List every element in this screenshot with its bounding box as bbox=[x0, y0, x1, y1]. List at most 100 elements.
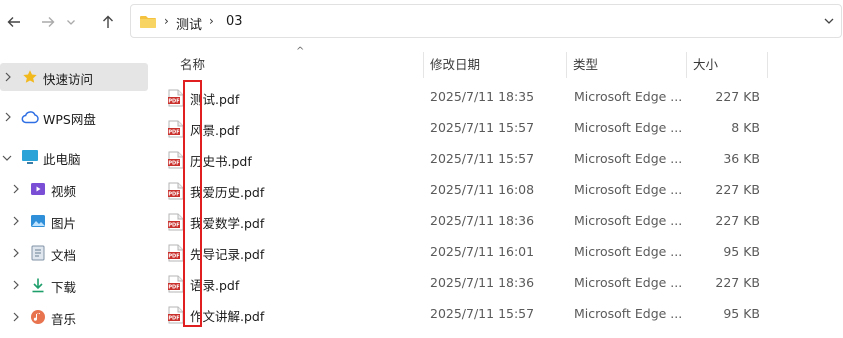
breadcrumb-item[interactable]: 测试 bbox=[176, 14, 202, 33]
picture-icon bbox=[29, 212, 47, 230]
column-header-type[interactable]: 类型 bbox=[573, 54, 598, 80]
navigation-pane: 快速访问 WPS网盘 此电脑 视频 图片 文档 下载 音乐 bbox=[0, 44, 150, 338]
pdf-file-icon: PDF bbox=[168, 89, 184, 107]
file-type: Microsoft Edge ... bbox=[574, 120, 683, 135]
file-size: 95 KB bbox=[723, 306, 760, 321]
nav-item-quick-access[interactable]: 快速访问 bbox=[0, 63, 148, 91]
nav-item-label: 图片 bbox=[51, 216, 77, 231]
video-icon bbox=[29, 180, 47, 198]
file-name: 我爱数学.pdf bbox=[190, 216, 265, 231]
file-size: 227 KB bbox=[715, 89, 760, 104]
nav-item-music[interactable]: 音乐 bbox=[0, 303, 148, 331]
file-name: 先导记录.pdf bbox=[190, 247, 265, 262]
pdf-file-icon: PDF bbox=[168, 275, 184, 293]
forward-button[interactable] bbox=[35, 9, 61, 35]
file-name: 作文讲解.pdf bbox=[190, 309, 265, 324]
file-type: Microsoft Edge ... bbox=[574, 275, 683, 290]
nav-item-pictures[interactable]: 图片 bbox=[0, 207, 148, 235]
column-divider[interactable] bbox=[767, 52, 768, 78]
chevron-right-icon: › bbox=[164, 14, 169, 28]
chevron-right-icon[interactable] bbox=[4, 72, 12, 82]
chevron-down-icon[interactable] bbox=[2, 154, 12, 162]
pdf-badge-label: PDF bbox=[168, 316, 179, 322]
file-row[interactable]: PDF 测试.pdf 2025/7/11 18:35 Microsoft Edge .… bbox=[150, 82, 843, 113]
breadcrumb-item[interactable]: 03 bbox=[226, 14, 243, 29]
file-modified-date: 2025/7/11 15:57 bbox=[430, 151, 535, 166]
file-row[interactable]: PDF 语录.pdf 2025/7/11 18:36 Microsoft Edge .… bbox=[150, 268, 843, 299]
file-size: 227 KB bbox=[715, 275, 760, 290]
column-header-date[interactable]: 修改日期 bbox=[430, 54, 480, 80]
chevron-right-icon[interactable] bbox=[12, 312, 20, 322]
file-row[interactable]: PDF 我爱历史.pdf 2025/7/11 16:08 Microsoft Edge… bbox=[150, 175, 843, 206]
file-row[interactable]: PDF 作文讲解.pdf 2025/7/11 15:57 Microsoft Edge… bbox=[150, 299, 843, 330]
file-row[interactable]: PDF 先导记录.pdf 2025/7/11 16:01 Microsoft Edge… bbox=[150, 237, 843, 268]
pdf-file-icon: PDF bbox=[168, 182, 184, 200]
up-button[interactable] bbox=[95, 9, 121, 35]
file-size: 227 KB bbox=[715, 213, 760, 228]
download-icon bbox=[29, 276, 47, 294]
file-modified-date: 2025/7/11 15:57 bbox=[430, 120, 535, 135]
pdf-file-icon: PDF bbox=[168, 120, 184, 138]
pdf-file-icon: PDF bbox=[168, 151, 184, 169]
nav-item-label: 快速访问 bbox=[43, 72, 94, 87]
file-size: 8 KB bbox=[731, 120, 760, 135]
chevron-down-icon[interactable] bbox=[823, 15, 835, 27]
pdf-badge-label: PDF bbox=[168, 192, 179, 198]
file-modified-date: 2025/7/11 16:08 bbox=[430, 182, 535, 197]
file-type: Microsoft Edge ... bbox=[574, 244, 683, 259]
nav-item-label: 视频 bbox=[51, 184, 77, 199]
nav-item-this-pc[interactable]: 此电脑 bbox=[0, 143, 148, 171]
folder-icon bbox=[140, 16, 156, 28]
file-modified-date: 2025/7/11 15:57 bbox=[430, 306, 535, 321]
column-header-name[interactable]: 名称 bbox=[180, 54, 205, 80]
file-type: Microsoft Edge ... bbox=[574, 213, 683, 228]
nav-item-label: WPS网盘 bbox=[43, 112, 96, 127]
column-divider[interactable] bbox=[423, 52, 424, 78]
forward-arrow-icon bbox=[42, 17, 55, 27]
nav-item-videos[interactable]: 视频 bbox=[0, 175, 148, 203]
chevron-right-icon[interactable] bbox=[12, 248, 20, 258]
file-type: Microsoft Edge ... bbox=[574, 182, 683, 197]
chevron-right-icon[interactable] bbox=[12, 216, 20, 226]
chevron-right-icon[interactable] bbox=[12, 280, 20, 290]
file-name: 语录.pdf bbox=[190, 278, 240, 293]
pdf-badge-label: PDF bbox=[168, 130, 179, 136]
pdf-badge-label: PDF bbox=[168, 161, 179, 167]
column-divider[interactable] bbox=[686, 52, 687, 78]
file-list: ^ 名称 修改日期 类型 大小 PDF 测试.pdf 2025/7/11 18:35… bbox=[150, 44, 843, 338]
pdf-file-icon: PDF bbox=[168, 306, 184, 324]
chevron-right-icon[interactable] bbox=[12, 184, 20, 194]
file-name: 测试.pdf bbox=[190, 92, 240, 107]
address-bar[interactable]: › 测试 › 03 bbox=[130, 4, 842, 38]
nav-item-label: 文档 bbox=[51, 248, 77, 263]
nav-item-wps-cloud[interactable]: WPS网盘 bbox=[0, 103, 148, 131]
back-button[interactable] bbox=[1, 9, 27, 35]
cloud-icon bbox=[21, 108, 39, 126]
nav-item-downloads[interactable]: 下载 bbox=[0, 271, 148, 299]
file-row[interactable]: PDF 历史书.pdf 2025/7/11 15:57 Microsoft Edge … bbox=[150, 144, 843, 175]
back-arrow-icon bbox=[7, 17, 20, 27]
file-size: 227 KB bbox=[715, 182, 760, 197]
file-row[interactable]: PDF 我爱数学.pdf 2025/7/11 18:36 Microsoft Edge… bbox=[150, 206, 843, 237]
pc-icon bbox=[21, 148, 39, 166]
pdf-badge-label: PDF bbox=[168, 254, 179, 260]
file-size: 36 KB bbox=[723, 151, 760, 166]
chevron-right-icon[interactable] bbox=[4, 112, 12, 122]
file-name: 风景.pdf bbox=[190, 123, 240, 138]
file-size: 95 KB bbox=[723, 244, 760, 259]
pdf-badge-label: PDF bbox=[168, 99, 179, 105]
column-divider[interactable] bbox=[566, 52, 567, 78]
file-row[interactable]: PDF 风景.pdf 2025/7/11 15:57 Microsoft Edge .… bbox=[150, 113, 843, 144]
column-header-size[interactable]: 大小 bbox=[693, 54, 718, 80]
dropdown-history-button[interactable] bbox=[63, 9, 79, 35]
nav-item-label: 下载 bbox=[51, 280, 77, 295]
file-modified-date: 2025/7/11 16:01 bbox=[430, 244, 535, 259]
up-arrow-icon bbox=[103, 15, 113, 28]
chevron-down-icon bbox=[67, 20, 75, 25]
star-icon bbox=[21, 68, 39, 86]
toolbar: › 测试 › 03 bbox=[0, 0, 843, 44]
document-icon bbox=[29, 244, 47, 262]
sort-ascending-icon: ^ bbox=[296, 46, 305, 57]
nav-item-documents[interactable]: 文档 bbox=[0, 239, 148, 267]
nav-item-label: 音乐 bbox=[51, 312, 77, 327]
